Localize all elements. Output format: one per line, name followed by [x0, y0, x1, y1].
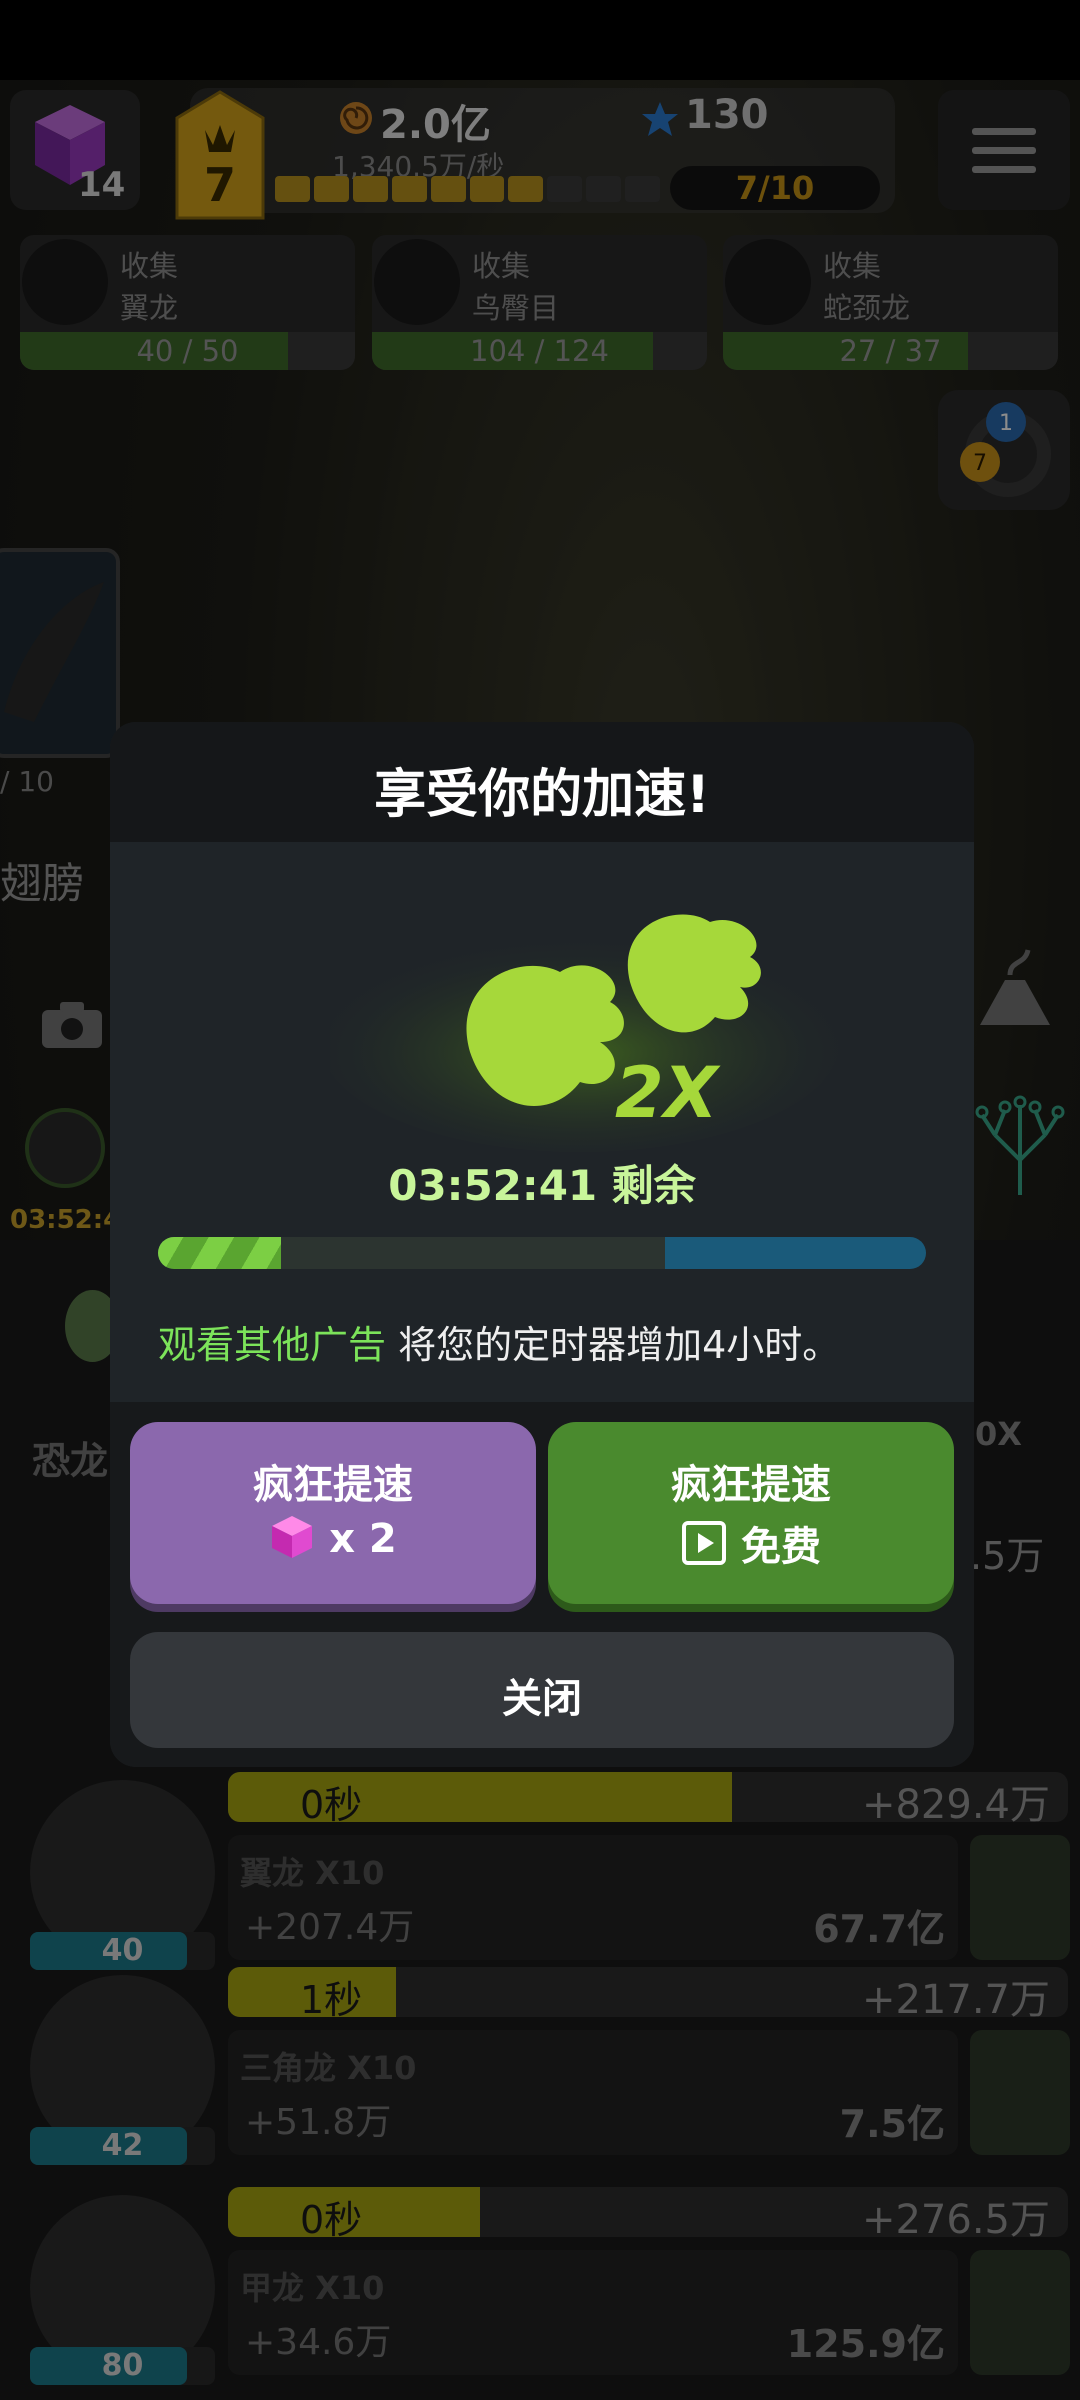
- boost-multiplier-badge: 2X: [615, 1052, 721, 1134]
- close-button[interactable]: 关闭: [130, 1632, 954, 1748]
- gem-boost-cost: x 2: [329, 1516, 397, 1562]
- pink-cube-icon: [272, 1516, 313, 1558]
- gem-boost-button[interactable]: 疯狂提速 x 2: [130, 1422, 536, 1604]
- watch-ad-link[interactable]: 观看其他广告: [158, 1323, 386, 1367]
- ad-boost-button[interactable]: 疯狂提速 免费: [548, 1422, 954, 1604]
- speed-boost-dialog: 享受你的加速! 2X 03:52:41 剩余 观看其他广告 将您的定时器增加4小…: [110, 722, 974, 1767]
- double-footprint-boost-icon: 2X: [330, 914, 840, 1152]
- boost-remaining-time: 03:52:41 剩余: [388, 1161, 696, 1210]
- boost-timer-bar: [158, 1237, 926, 1269]
- ad-extend-note: 观看其他广告 将您的定时器增加4小时。: [158, 1323, 841, 1367]
- ad-boost-cost: 免费: [740, 1524, 821, 1570]
- play-video-icon: [682, 1521, 727, 1565]
- dialog-title: 享受你的加速!: [374, 765, 710, 825]
